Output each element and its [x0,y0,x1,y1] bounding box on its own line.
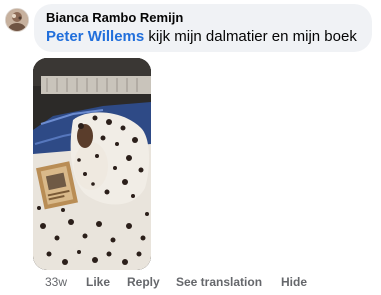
comment-body: kijk mijn dalmatier en mijn boek [148,28,357,45]
hide-button[interactable]: Hide [281,275,307,289]
reply-button[interactable]: Reply [127,275,160,289]
see-translation-button[interactable]: See translation [176,275,262,289]
attached-photo[interactable] [33,58,151,270]
author-name[interactable]: Bianca Rambo Remijn [46,10,183,25]
avatar[interactable] [5,8,29,32]
like-button[interactable]: Like [86,275,110,289]
comment: Bianca Rambo Remijn Peter Willems kijk m… [0,0,381,295]
comment-bubble: Bianca Rambo Remijn Peter Willems kijk m… [34,4,372,52]
comment-text: Peter Willems kijk mijn dalmatier en mij… [46,28,357,45]
dalmatian-photo [33,58,151,270]
comment-age[interactable]: 33w [45,275,67,289]
avatar-image [6,9,28,31]
mention-link[interactable]: Peter Willems [46,28,144,45]
